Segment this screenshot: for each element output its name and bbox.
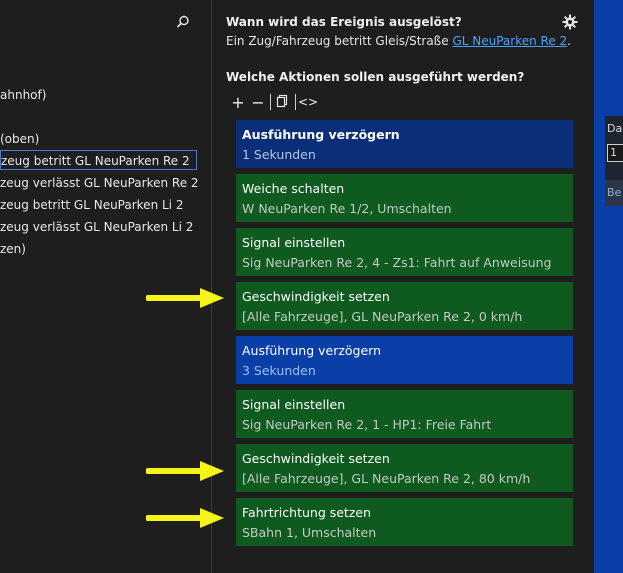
trigger-question: Wann wird das Ereignis ausgelöst?: [226, 15, 462, 29]
tree-item-selected[interactable]: zeug betritt GL NeuParken Re 2: [0, 150, 197, 170]
action-subtitle: [Alle Fahrzeuge], GL NeuParken Re 2, 0 k…: [242, 309, 523, 324]
action-subtitle: W NeuParken Re 1/2, Umschalten: [242, 201, 452, 216]
action-card[interactable]: Weiche schalten W NeuParken Re 1/2, Umsc…: [236, 174, 573, 222]
action-title: Weiche schalten: [242, 181, 345, 196]
trigger-description-suffix: .: [567, 34, 571, 48]
action-subtitle: [Alle Fahrzeuge], GL NeuParken Re 2, 80 …: [242, 471, 531, 486]
trigger-track-link[interactable]: GL NeuParken Re 2: [452, 34, 567, 48]
event-editor: Wann wird das Ereignis ausgelöst? Ein Zu…: [212, 0, 594, 573]
copy-action-button[interactable]: [273, 92, 293, 112]
trigger-description-text: Ein Zug/Fahrzeug betritt Gleis/Straße: [226, 34, 453, 48]
actions-toolbar: + − <>: [228, 92, 318, 112]
tree-item[interactable]: zeug betritt GL NeuParken Li 2: [0, 195, 183, 215]
search-icon[interactable]: [176, 14, 190, 28]
action-title: Geschwindigkeit setzen: [242, 451, 390, 466]
action-subtitle: Sig NeuParken Re 2, 4 - Zs1: Fahrt auf A…: [242, 255, 552, 270]
tree-item[interactable]: (oben): [0, 129, 39, 149]
tree-item[interactable]: zen): [0, 239, 26, 259]
toolbar-separator: [295, 94, 296, 110]
copy-icon: [276, 93, 290, 112]
action-subtitle: 3 Sekunden: [242, 363, 316, 378]
action-subtitle: SBahn 1, Umschalten: [242, 525, 377, 540]
gear-icon[interactable]: [562, 14, 578, 30]
property-input[interactable]: 1: [607, 144, 623, 162]
action-title: Ausführung verzögern: [242, 343, 382, 358]
action-title: Ausführung verzögern: [242, 127, 400, 142]
action-card[interactable]: Ausführung verzögern 1 Sekunden: [236, 120, 573, 168]
actions-question: Welche Aktionen sollen ausgeführt werden…: [226, 70, 525, 84]
action-card[interactable]: Signal einstellen Sig NeuParken Re 2, 1 …: [236, 390, 573, 438]
action-card[interactable]: Ausführung verzögern 3 Sekunden: [236, 336, 573, 384]
action-title: Fahrtrichtung setzen: [242, 505, 372, 520]
action-title: Geschwindigkeit setzen: [242, 289, 390, 304]
arrow-icon: [146, 461, 224, 481]
code-view-button[interactable]: <>: [298, 92, 318, 112]
action-card[interactable]: Geschwindigkeit setzen [Alle Fahrzeuge],…: [236, 282, 573, 330]
action-card[interactable]: Signal einstellen Sig NeuParken Re 2, 4 …: [236, 228, 573, 276]
toolbar-separator: [270, 94, 271, 110]
tree-item[interactable]: ahnhof): [0, 85, 46, 105]
tree-item[interactable]: zeug verlässt GL NeuParken Li 2: [0, 217, 193, 237]
action-title: Signal einstellen: [242, 397, 346, 412]
tree-item[interactable]: zeug verlässt GL NeuParken Re 2: [0, 173, 199, 193]
remove-action-button[interactable]: −: [248, 92, 268, 112]
actions-list: Ausführung verzögern 1 Sekunden Weiche s…: [236, 120, 573, 552]
property-button[interactable]: Be: [605, 180, 623, 206]
add-action-button[interactable]: +: [228, 92, 248, 112]
arrow-icon: [146, 288, 224, 308]
action-subtitle: Sig NeuParken Re 2, 1 - HP1: Freie Fahrt: [242, 417, 492, 432]
property-label: Da: [607, 122, 623, 135]
action-card[interactable]: Geschwindigkeit setzen [Alle Fahrzeuge],…: [236, 444, 573, 492]
properties-panel: Da 1 Be: [594, 0, 623, 573]
trigger-description: Ein Zug/Fahrzeug betritt Gleis/Straße GL…: [226, 34, 571, 48]
action-subtitle: 1 Sekunden: [242, 147, 316, 162]
action-card[interactable]: Fahrtrichtung setzen SBahn 1, Umschalten: [236, 498, 573, 546]
arrow-icon: [146, 508, 224, 528]
action-title: Signal einstellen: [242, 235, 346, 250]
